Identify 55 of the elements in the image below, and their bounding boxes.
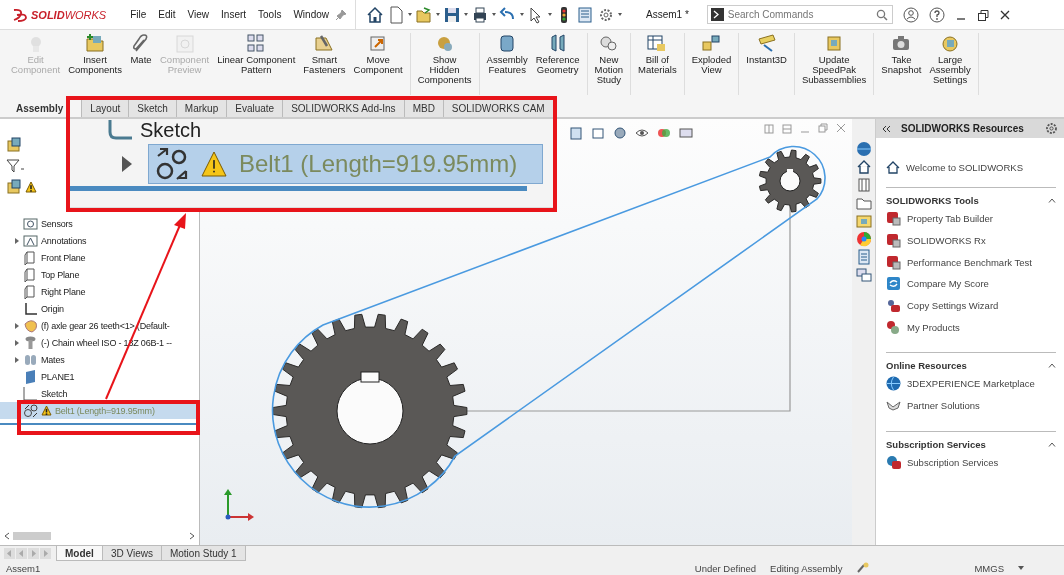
- tree-item[interactable]: Front Plane: [0, 249, 199, 266]
- ribbon-button[interactable]: Smart Fasteners: [299, 33, 350, 75]
- menu-item[interactable]: Tools: [252, 9, 288, 20]
- ribbon-button[interactable]: Take Snapshot: [877, 33, 926, 75]
- ribbon-button[interactable]: Assembly Features: [482, 33, 532, 75]
- tree-item[interactable]: PLANE1: [0, 368, 199, 385]
- status-text: Editing Assembly: [770, 562, 843, 574]
- menu-item[interactable]: Insert: [215, 9, 253, 20]
- resource-link[interactable]: Subscription Services: [907, 456, 999, 468]
- tree-item-label: Sketch: [140, 119, 202, 142]
- section-heading: SOLIDWORKS Tools: [886, 195, 979, 206]
- ribbon-button[interactable]: Insert Components: [64, 33, 126, 75]
- tree-item[interactable]: Top Plane: [0, 266, 199, 283]
- tree-item[interactable]: Mates: [0, 351, 199, 368]
- search-field[interactable]: Search Commands: [706, 5, 893, 24]
- menu-item[interactable]: Window: [287, 9, 335, 20]
- tree-item[interactable]: Right Plane: [0, 283, 199, 300]
- ribbon-button[interactable]: Bill of Materials: [634, 33, 681, 75]
- resource-link[interactable]: 3DEXPERIENCE Marketplace: [907, 378, 1035, 390]
- resource-link[interactable]: Welcome to SOLIDWORKS: [906, 161, 1024, 173]
- resource-link[interactable]: Performance Benchmark Test: [907, 256, 1032, 268]
- resource-link[interactable]: Copy Settings Wizard: [907, 300, 999, 312]
- tree-item[interactable]: Sensors: [0, 215, 199, 232]
- ribbon-button[interactable]: Show Hidden Components: [413, 33, 476, 85]
- ribbon-button[interactable]: Mate: [126, 33, 156, 65]
- ribbon-button[interactable]: Large Assembly Settings: [925, 33, 975, 85]
- resource-link[interactable]: My Products: [907, 321, 960, 333]
- resource-link[interactable]: SOLIDWORKS Rx: [907, 235, 986, 247]
- section-heading: Online Resources: [886, 360, 967, 372]
- task-pane-title: SOLIDWORKS Resources: [901, 123, 1025, 134]
- status-text: Under Defined: [694, 562, 757, 574]
- tree-item[interactable]: Annotations: [0, 232, 199, 249]
- ribbon-button[interactable]: New Motion Study: [590, 33, 628, 85]
- menu-item[interactable]: Edit: [152, 9, 182, 20]
- ribbon-button[interactable]: Exploded View: [687, 33, 736, 75]
- units-selector[interactable]: MMGS: [974, 562, 1004, 574]
- ribbon-button[interactable]: Reference Geometry: [531, 33, 584, 75]
- app-logo-text: SOLIDWORKS: [31, 8, 107, 21]
- ribbon-button[interactable]: Update SpeedPak Subassemblies: [797, 33, 871, 85]
- view-tab[interactable]: Motion Study 1: [160, 546, 246, 562]
- section-heading: Subscription Services: [886, 438, 986, 450]
- menu-item[interactable]: File: [124, 9, 153, 20]
- menu-item[interactable]: View: [181, 9, 216, 20]
- ribbon-button[interactable]: Linear Component Pattern: [213, 33, 300, 75]
- status-text: Assem1: [6, 562, 41, 574]
- resource-link[interactable]: Compare My Score: [907, 278, 989, 290]
- tree-item[interactable]: Sketch: [0, 385, 199, 402]
- resource-link[interactable]: Partner Solutions: [907, 400, 980, 412]
- tree-item[interactable]: Origin: [0, 300, 199, 317]
- view-tab[interactable]: Model: [56, 546, 103, 562]
- ribbon-button[interactable]: Move Component: [349, 33, 407, 75]
- resource-link[interactable]: Property Tab Builder: [907, 213, 993, 225]
- document-title: Assem1 *: [646, 9, 689, 20]
- ribbon-button[interactable]: Instant3D: [742, 33, 791, 65]
- view-tab[interactable]: 3D Views: [101, 546, 162, 562]
